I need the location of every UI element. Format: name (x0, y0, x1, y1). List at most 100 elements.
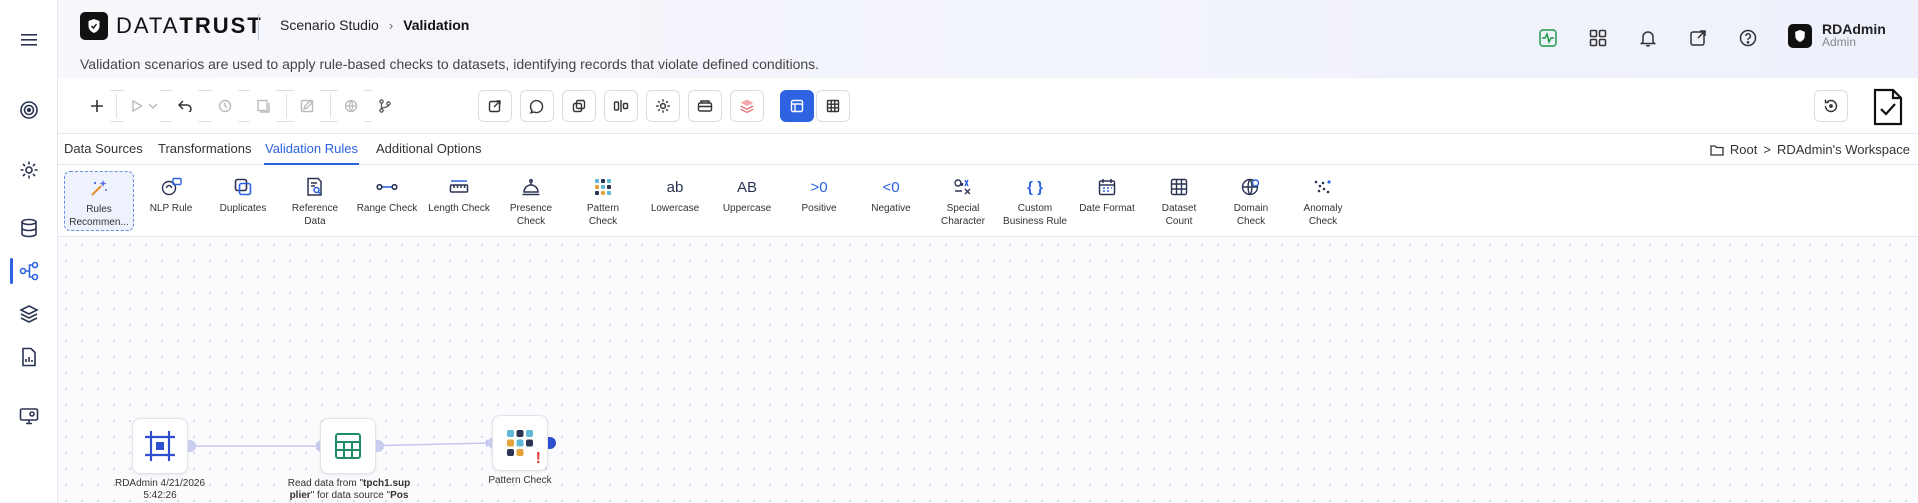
monitor-settings-icon[interactable] (17, 404, 41, 428)
node-label-text: Read data from " (287, 478, 364, 489)
domain-globe-icon (1241, 175, 1261, 199)
avatar-shield-icon (1788, 23, 1812, 48)
rule-lowercase[interactable]: ab Lowercase (640, 171, 710, 231)
rule-range-check[interactable]: Range Check (352, 171, 422, 231)
flow-node-read-data[interactable] (320, 418, 376, 474)
layers-stack-button[interactable] (730, 90, 764, 122)
node-label-line: RDAdmin 4/21/2026 5:42:26 (114, 478, 206, 501)
rule-dataset-count[interactable]: Dataset Count (1144, 171, 1214, 231)
workspace-path[interactable]: Root > RDAdmin's Workspace (1710, 142, 1910, 157)
source-frame-icon (145, 431, 175, 461)
rule-uppercase[interactable]: AB Uppercase (712, 171, 782, 231)
rule-pattern-check[interactable]: Pattern Check (568, 171, 638, 231)
restore-button[interactable] (1814, 90, 1848, 122)
database-icon[interactable] (17, 216, 41, 240)
apps-grid-icon[interactable] (1586, 26, 1610, 50)
rule-date-format[interactable]: Date Format (1072, 171, 1142, 231)
rule-label: Uppercase (722, 203, 772, 214)
rule-length-check[interactable]: Length Check (424, 171, 494, 231)
ruler-icon (449, 175, 469, 199)
menu-icon[interactable] (17, 28, 41, 52)
workspace-name: RDAdmin's Workspace (1776, 142, 1910, 157)
rule-label: Recommen... (69, 217, 129, 228)
rule-label: Reference (291, 203, 339, 214)
page-description: Validation scenarios are used to apply r… (80, 56, 820, 72)
header-divider (258, 14, 259, 40)
user-role: Admin (1822, 35, 1857, 49)
canvas-view-button[interactable] (780, 90, 814, 122)
page-title: Validation (403, 17, 470, 33)
report-icon[interactable] (17, 345, 41, 369)
activity-status-icon[interactable] (1536, 26, 1560, 50)
run-dropdown-chevron-icon[interactable] (142, 90, 164, 122)
branch-button[interactable] (368, 90, 402, 122)
rule-label: Date Format (1079, 203, 1135, 214)
edit-button[interactable] (290, 90, 324, 122)
rule-label: Special (946, 203, 980, 214)
tab-transformations[interactable]: Transformations (158, 141, 251, 165)
negative-glyph: <0 (882, 178, 900, 196)
flow-node-pattern-check[interactable]: ! (492, 415, 548, 471)
table-view-button[interactable] (816, 90, 850, 122)
settings-gear-icon[interactable] (17, 158, 41, 182)
flow-node-source[interactable] (132, 418, 188, 474)
rule-label: Length Check (428, 203, 490, 214)
flow-node-pattern-check-label: Pattern Check (488, 475, 552, 486)
folder-icon (1710, 144, 1724, 156)
rule-label: Negative (871, 203, 911, 214)
undo-button[interactable] (168, 90, 202, 122)
rule-special-character[interactable]: Special Character (928, 171, 998, 231)
package-button[interactable] (688, 90, 722, 122)
scenario-flow-icon[interactable] (17, 259, 41, 283)
settings-button[interactable] (646, 90, 680, 122)
presence-bell-icon (521, 175, 541, 199)
add-button[interactable] (80, 90, 114, 122)
dataset-table-icon (1170, 175, 1188, 199)
help-icon[interactable] (1736, 26, 1760, 50)
history-button[interactable] (208, 90, 242, 122)
validate-doc-button[interactable] (246, 90, 280, 122)
tab-validation-rules[interactable]: Validation Rules (264, 141, 359, 165)
rule-positive[interactable]: >0 Positive (784, 171, 854, 231)
rule-custom-business-rule[interactable]: { } Custom Business Rule (1000, 171, 1070, 231)
flow-canvas[interactable]: RDAdmin 4/21/2026 5:42:26 AM Read data f… (58, 237, 1918, 503)
rule-domain-check[interactable]: Domain Check (1216, 171, 1286, 231)
rule-negative[interactable]: <0 Negative (856, 171, 926, 231)
export-button[interactable] (478, 90, 512, 122)
tab-data-sources[interactable]: Data Sources (64, 141, 143, 165)
breadcrumb-parent[interactable]: Scenario Studio (280, 17, 379, 33)
copy-button[interactable] (562, 90, 596, 122)
globe-button[interactable] (334, 90, 368, 122)
tab-additional-options[interactable]: Additional Options (376, 141, 482, 165)
brand-logo[interactable]: DATATRUST (80, 12, 263, 40)
rule-reference-data[interactable]: Reference Data (280, 171, 350, 231)
rule-label: Presence (509, 203, 553, 214)
rule-presence-check[interactable]: Presence Check (496, 171, 566, 231)
comment-button[interactable] (520, 90, 554, 122)
table-grid-icon (335, 433, 361, 459)
rule-duplicates[interactable]: Duplicates (208, 171, 278, 231)
app-root: DATATRUST Scenario Studio › Validation V… (0, 0, 1918, 503)
validation-doc-check-icon[interactable] (1868, 86, 1908, 128)
rule-nlp[interactable]: NLP Rule (136, 171, 206, 231)
layers-icon[interactable] (17, 302, 41, 326)
external-link-icon[interactable] (1686, 26, 1710, 50)
brand-wordmark: DATATRUST (116, 13, 263, 38)
rule-label: NLP Rule (149, 203, 193, 214)
bell-icon[interactable] (1636, 26, 1660, 50)
rule-label: Dataset (1161, 203, 1197, 214)
special-character-icon (953, 175, 973, 199)
align-button[interactable] (604, 90, 638, 122)
toolbar-divider (330, 94, 331, 118)
rule-anomaly-check[interactable]: Anomaly Check (1288, 171, 1358, 231)
rule-label: Domain (1233, 203, 1269, 214)
rule-rules-recommendation[interactable]: Rules Recommen... (64, 171, 134, 231)
rule-label: Data (304, 216, 326, 227)
rule-label: Check (516, 216, 546, 227)
warning-indicator: ! (535, 450, 541, 467)
target-icon[interactable] (17, 98, 41, 122)
left-nav-rail (0, 0, 58, 503)
user-profile[interactable]: RDAdmin Admin (1788, 22, 1886, 49)
node-label-bold: tpch1.sup (363, 478, 411, 489)
rule-label: Anomaly (1303, 203, 1343, 214)
